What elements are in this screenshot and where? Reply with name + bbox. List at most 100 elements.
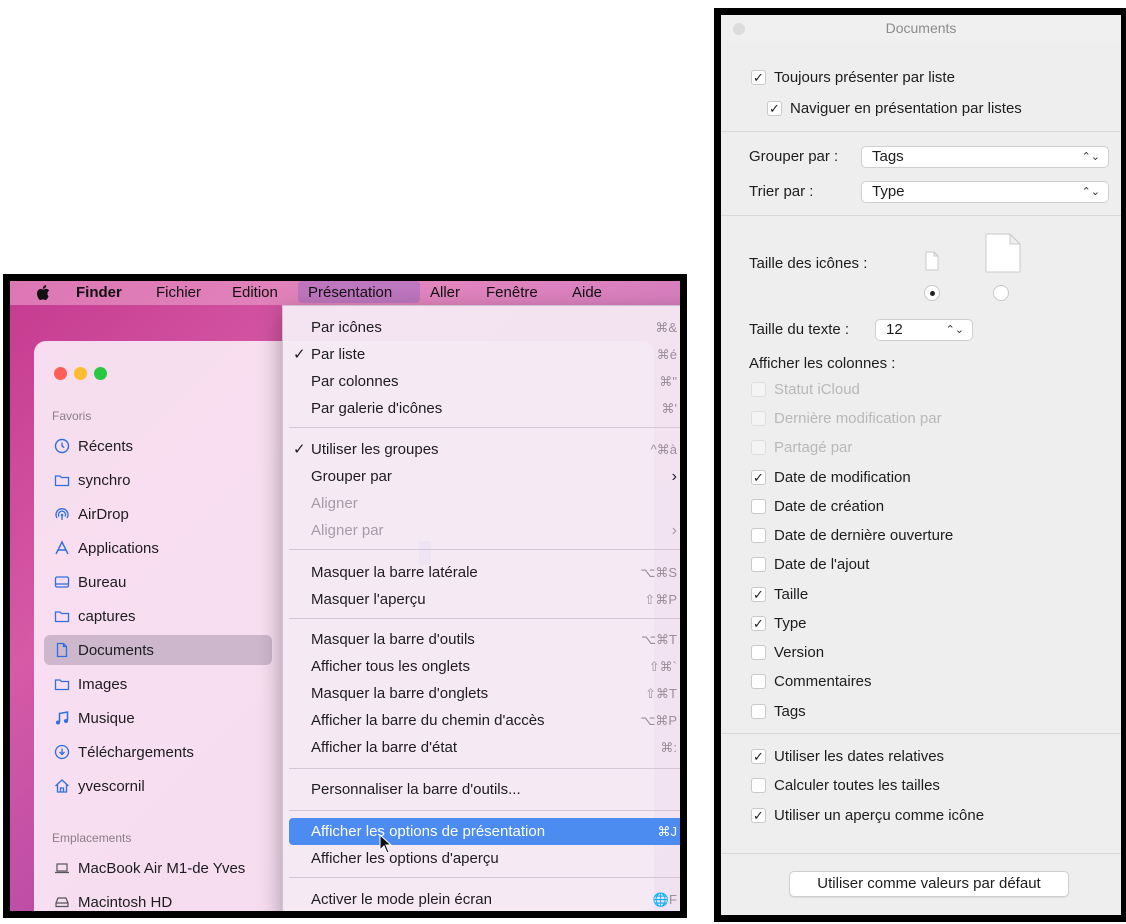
checkbox-box — [751, 440, 766, 455]
checkbox-label: Utiliser un aperçu comme icône — [774, 807, 985, 824]
menu-item-personnaliser[interactable]: Personnaliser la barre d'outils... — [289, 776, 680, 803]
close-window-button[interactable] — [54, 367, 67, 380]
sidebar-item-documents[interactable]: Documents — [44, 635, 272, 665]
sidebar-item-label: Macintosh HD — [78, 893, 173, 911]
document-icon — [56, 642, 68, 658]
close-window-button[interactable] — [733, 23, 745, 35]
zoom-window-button[interactable] — [94, 367, 107, 380]
menu-fenetre[interactable]: Fenêtre — [486, 284, 538, 301]
checkbox-label: Type — [774, 615, 807, 632]
sidebar-item-label: AirDrop — [78, 505, 129, 523]
column-statut-icloud: Statut iCloud — [751, 381, 860, 398]
checkbox-label: Partagé par — [774, 439, 853, 456]
sidebar-item-applications[interactable]: Applications — [44, 533, 272, 563]
menu-item-label: Aligner — [311, 495, 358, 512]
menu-bar: Finder Fichier Edition Présentation Alle… — [10, 281, 680, 305]
menu-separator — [289, 877, 680, 878]
group-by-select[interactable]: Tags ⌃⌄ — [861, 146, 1109, 168]
column-date-derniere-ouverture[interactable]: Date de dernière ouverture — [751, 527, 953, 544]
columns-label: Afficher les colonnes : — [749, 355, 896, 372]
sort-by-select[interactable]: Type ⌃⌄ — [861, 181, 1109, 203]
column-date-creation[interactable]: Date de création — [751, 498, 884, 515]
relative-dates-checkbox[interactable]: ✓ Utiliser les dates relatives — [751, 748, 944, 765]
sidebar-item-captures[interactable]: captures — [44, 601, 272, 631]
text-size-value: 12 — [886, 321, 903, 338]
sidebar-item-synchro[interactable]: synchro — [44, 465, 272, 495]
menu-fichier[interactable]: Fichier — [156, 284, 201, 301]
sidebar-item-label: Récents — [78, 437, 134, 455]
sidebar-item-bureau[interactable]: Bureau — [44, 567, 272, 597]
column-tags[interactable]: Tags — [751, 703, 806, 720]
menu-item-masquer-barre-outils[interactable]: Masquer la barre d'outils ⌥⌘T — [289, 626, 680, 653]
menu-item-label: Par liste — [311, 346, 366, 363]
desktop-icon — [54, 576, 70, 588]
browse-list-checkbox[interactable]: ✓ Naviguer en présentation par listes — [767, 100, 1022, 117]
music-icon — [56, 711, 69, 725]
menu-item-barre-etat[interactable]: Afficher la barre d'état ⌘: — [289, 734, 680, 761]
menu-item-label: Personnaliser la barre d'outils... — [311, 781, 521, 798]
sidebar-item-macbook[interactable]: MacBook Air M1-de Yves — [44, 853, 272, 883]
sidebar-item-images[interactable]: Images — [44, 669, 272, 699]
chevron-right-icon: › — [671, 522, 677, 539]
text-size-select[interactable]: 12 ⌃⌄ — [875, 319, 973, 341]
menu-item-options-apercu[interactable]: Afficher les options d'aperçu — [289, 845, 680, 872]
sidebar-item-telechargements[interactable]: Téléchargements — [44, 737, 272, 767]
menu-aide[interactable]: Aide — [572, 284, 602, 301]
sidebar-item-musique[interactable]: Musique — [44, 703, 272, 733]
menu-item-masquer-apercu[interactable]: Masquer l'aperçu ⇧⌘P — [289, 586, 680, 613]
menu-item-par-colonnes[interactable]: Par colonnes ⌘" — [289, 368, 680, 395]
menu-item-par-liste[interactable]: ✓ Par liste ⌘é — [289, 341, 680, 368]
sidebar-item-label: Applications — [78, 539, 159, 557]
menu-item-label: Par icônes — [311, 319, 382, 336]
column-commentaires[interactable]: Commentaires — [751, 673, 872, 690]
sidebar-item-airdrop[interactable]: AirDrop — [44, 499, 272, 529]
menu-item-options-presentation[interactable]: Afficher les options de présentation ⌘J — [289, 818, 680, 845]
folder-icon — [54, 679, 70, 691]
menu-finder[interactable]: Finder — [76, 284, 122, 301]
sort-by-label: Trier par : — [749, 183, 814, 200]
use-as-defaults-button[interactable]: Utiliser comme valeurs par défaut — [789, 871, 1069, 897]
menu-item-par-icones[interactable]: Par icônes ⌘& — [289, 314, 680, 341]
sidebar-item-yvescornil[interactable]: yvescornil — [44, 771, 272, 801]
column-date-modification[interactable]: ✓ Date de modification — [751, 469, 911, 486]
menu-item-par-galerie[interactable]: Par galerie d'icônes ⌘' — [289, 395, 680, 422]
menu-item-grouper-par[interactable]: Grouper par › — [289, 463, 680, 490]
calc-sizes-checkbox[interactable]: Calculer toutes les tailles — [751, 777, 940, 794]
column-taille[interactable]: ✓ Taille — [751, 586, 808, 603]
menu-item-barre-chemin[interactable]: Afficher la barre du chemin d'accès ⌥⌘P — [289, 707, 680, 734]
column-version[interactable]: Version — [751, 644, 824, 661]
updown-chevron-icon: ⌃⌄ — [945, 324, 964, 336]
section-divider — [721, 733, 1121, 734]
menu-item-masquer-barre-laterale[interactable]: Masquer la barre latérale ⌥⌘S — [289, 559, 680, 586]
sidebar-item-label: MacBook Air M1-de Yves — [78, 859, 246, 877]
icon-size-large-radio[interactable] — [993, 285, 1009, 301]
menu-separator — [289, 427, 680, 428]
always-list-checkbox[interactable]: ✓ Toujours présenter par liste — [751, 69, 955, 86]
preview-icon-checkbox[interactable]: ✓ Utiliser un aperçu comme icône — [751, 807, 984, 824]
shortcut-label: ⇧⌘P — [644, 592, 677, 607]
chevron-right-icon: › — [671, 468, 677, 485]
icon-size-small-radio[interactable] — [924, 285, 940, 301]
menu-item-label: Par colonnes — [311, 373, 399, 390]
checkbox-box — [751, 778, 766, 793]
menu-item-masquer-barre-onglets[interactable]: Masquer la barre d'onglets ⇧⌘T — [289, 680, 680, 707]
menu-item-afficher-onglets[interactable]: Afficher tous les onglets ⇧⌘` — [289, 653, 680, 680]
minimize-window-button[interactable] — [74, 367, 87, 380]
sort-by-value: Type — [872, 183, 905, 200]
sidebar-item-macintosh-hd[interactable]: Macintosh HD — [44, 887, 272, 911]
column-partage-par: Partagé par — [751, 439, 852, 456]
small-file-icon — [925, 251, 939, 271]
menu-presentation[interactable]: Présentation — [298, 281, 420, 303]
column-date-ajout[interactable]: Date de l'ajout — [751, 556, 869, 573]
column-type[interactable]: ✓ Type — [751, 615, 807, 632]
menu-item-label: Masquer la barre d'outils — [311, 631, 475, 648]
menu-item-utiliser-groupes[interactable]: ✓ Utiliser les groupes ^⌘à — [289, 436, 680, 463]
menu-item-plein-ecran[interactable]: Activer le mode plein écran 🌐F — [289, 886, 680, 911]
applications-icon — [55, 540, 69, 555]
menu-edition[interactable]: Edition — [232, 284, 278, 301]
checkbox-label: Dernière modification par — [774, 410, 942, 427]
checkbox-box — [751, 645, 766, 660]
menu-aller[interactable]: Aller — [430, 284, 460, 301]
apple-icon[interactable] — [36, 285, 50, 301]
sidebar-item-recents[interactable]: Récents — [44, 431, 272, 461]
